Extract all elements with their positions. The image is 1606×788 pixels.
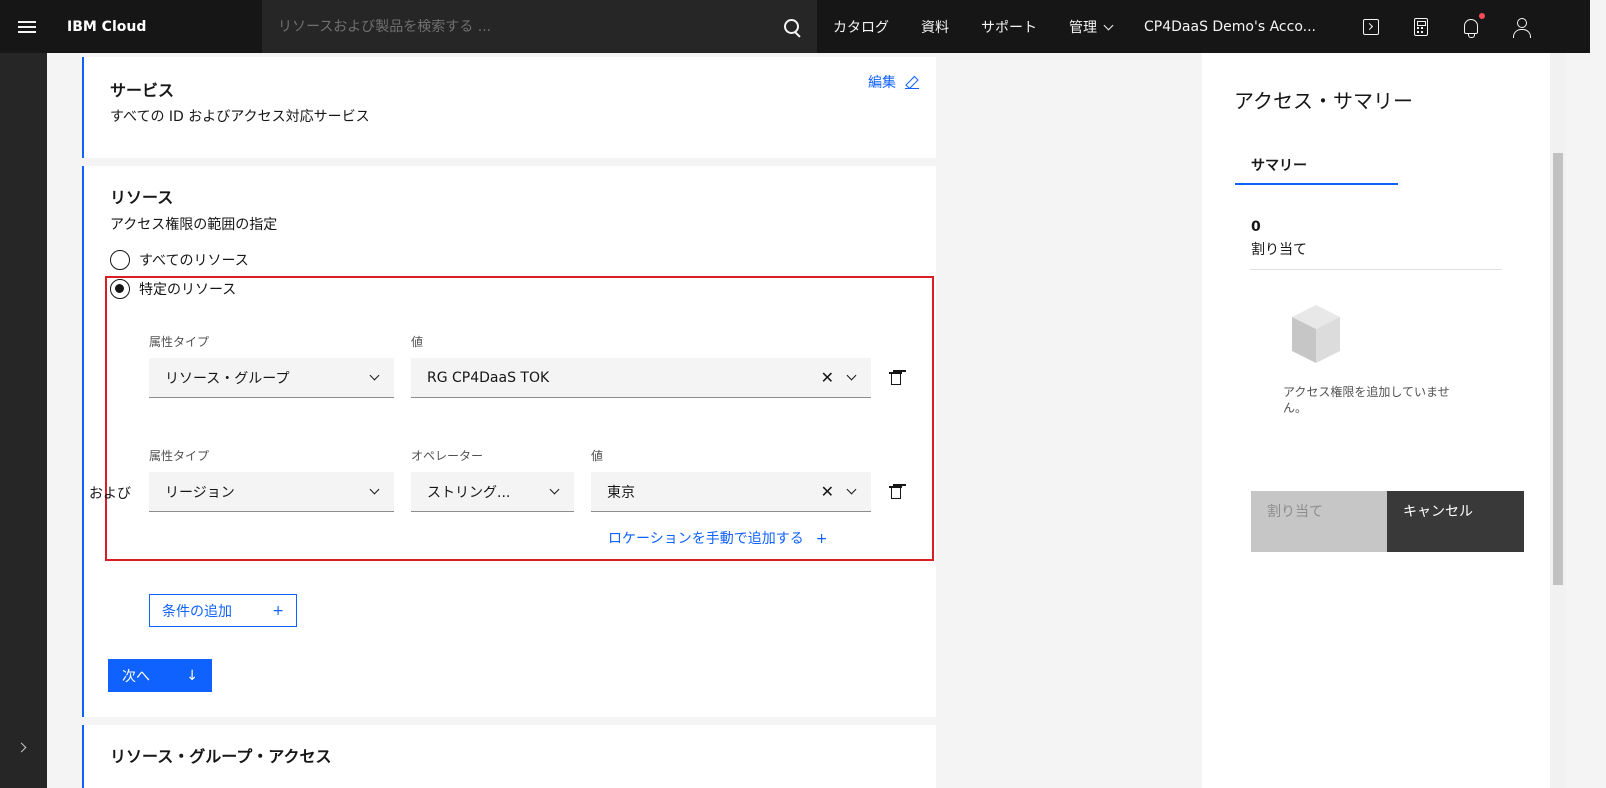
clear-icon[interactable]: ✕	[821, 369, 834, 386]
summary-title: アクセス・サマリー	[1234, 89, 1413, 113]
chevron-down-icon	[846, 370, 857, 381]
attr-type-value-1: リソース・グループ	[165, 370, 290, 387]
trash-icon[interactable]	[889, 485, 902, 499]
account-switcher[interactable]: CP4DaaS Demo's Acco...	[1128, 19, 1338, 35]
radio-all-label: すべてのリソース	[139, 253, 249, 269]
nav-manage[interactable]: 管理	[1053, 17, 1128, 37]
resource-group-access-title: リソース・グループ・アクセス	[110, 747, 332, 766]
assign-button[interactable]: 割り当て	[1251, 491, 1388, 552]
search-icon[interactable]	[783, 18, 801, 36]
chevron-down-icon	[1103, 20, 1114, 30]
chevron-down-icon	[369, 370, 380, 381]
chevron-down-icon	[549, 484, 560, 495]
resource-group-access-card: リソース・グループ・アクセス	[82, 725, 936, 788]
value-value-2: 東京	[607, 484, 635, 501]
nav-catalog[interactable]: カタログ	[817, 17, 905, 37]
value-dropdown-1[interactable]: RG CP4DaaS TOK ✕	[411, 358, 871, 398]
nav-support[interactable]: サポート	[965, 17, 1053, 37]
assignment-label: 割り当て	[1251, 242, 1307, 258]
terminal-icon	[1363, 18, 1379, 35]
cost-estimator-button[interactable]	[1396, 0, 1446, 53]
attr-type-value-2: リージョン	[165, 484, 235, 501]
profile-button[interactable]	[1496, 0, 1546, 53]
chevron-down-icon	[369, 484, 380, 495]
add-condition-button[interactable]: 条件の追加 +	[149, 594, 297, 627]
resources-desc: アクセス権限の範囲の指定	[110, 217, 278, 233]
next-label: 次へ	[122, 668, 150, 685]
radio-circle	[110, 250, 130, 270]
user-icon	[1513, 17, 1531, 38]
scrollbar[interactable]	[1550, 53, 1566, 788]
trash-icon[interactable]	[889, 371, 902, 385]
chevron-down-icon	[846, 484, 857, 495]
arrow-down-icon: ↓	[186, 667, 198, 684]
add-location-manually-link[interactable]: ロケーションを手動で追加する +	[608, 528, 827, 548]
left-rail	[0, 53, 47, 788]
notifications-button[interactable]	[1446, 0, 1496, 53]
attr-type-dropdown-2[interactable]: リージョン	[149, 472, 394, 512]
value-label-1: 値	[411, 335, 424, 349]
tab-summary[interactable]: サマリー	[1235, 153, 1398, 185]
bell-icon	[1464, 19, 1478, 38]
edit-services-link[interactable]: 編集	[868, 72, 919, 92]
divider	[1250, 269, 1502, 270]
pencil-icon	[905, 76, 919, 89]
services-card: サービス すべての ID およびアクセス対応サービス 編集	[82, 57, 936, 158]
operator-value: ストリング...	[427, 484, 511, 501]
value-label-2: 値	[591, 449, 604, 463]
edit-label: 編集	[868, 75, 896, 91]
nav-docs[interactable]: 資料	[905, 17, 965, 37]
search-bar	[262, 0, 817, 53]
search-input[interactable]	[278, 18, 728, 35]
calculator-icon	[1414, 17, 1428, 36]
assignment-count: 0	[1251, 219, 1261, 235]
operator-dropdown[interactable]: ストリング...	[411, 472, 574, 512]
menu-icon[interactable]	[0, 0, 53, 53]
empty-box-icon	[1292, 305, 1340, 363]
nav-manage-label: 管理	[1069, 19, 1097, 36]
add-condition-label: 条件の追加	[162, 603, 232, 620]
top-header: IBM Cloud カタログ 資料 サポート 管理 CP4DaaS Demo's…	[0, 0, 1590, 53]
radio-all-resources[interactable]: すべてのリソース	[110, 250, 249, 270]
attr-type-label-2: 属性タイプ	[149, 449, 210, 463]
plus-icon: +	[272, 602, 284, 619]
value-value-1: RG CP4DaaS TOK	[427, 369, 550, 386]
access-summary-panel: アクセス・サマリー サマリー 0 割り当て アクセス権限を追加していません。 割…	[1202, 53, 1550, 788]
condition-highlight	[105, 276, 934, 561]
scrollbar-thumb[interactable]	[1553, 153, 1563, 585]
cancel-button[interactable]: キャンセル	[1387, 491, 1524, 552]
clear-icon[interactable]: ✕	[821, 483, 834, 500]
cloud-shell-button[interactable]	[1346, 0, 1396, 53]
attr-type-label-1: 属性タイプ	[149, 335, 210, 349]
empty-state-text: アクセス権限を追加していません。	[1283, 385, 1450, 415]
and-label: および	[89, 486, 131, 502]
brand-logo[interactable]: IBM Cloud	[67, 19, 262, 35]
next-button[interactable]: 次へ ↓	[108, 659, 212, 692]
notification-dot	[1479, 13, 1485, 19]
services-desc: すべての ID およびアクセス対応サービス	[110, 109, 370, 125]
operator-label: オペレーター	[411, 449, 484, 463]
plus-icon: +	[815, 531, 828, 547]
value-dropdown-2[interactable]: 東京 ✕	[591, 472, 871, 512]
resources-title: リソース	[110, 188, 174, 207]
header-nav: カタログ 資料 サポート 管理	[817, 0, 1128, 53]
services-title: サービス	[110, 81, 175, 100]
manual-location-label: ロケーションを手動で追加する	[608, 531, 804, 547]
attr-type-dropdown-1[interactable]: リソース・グループ	[149, 358, 394, 398]
